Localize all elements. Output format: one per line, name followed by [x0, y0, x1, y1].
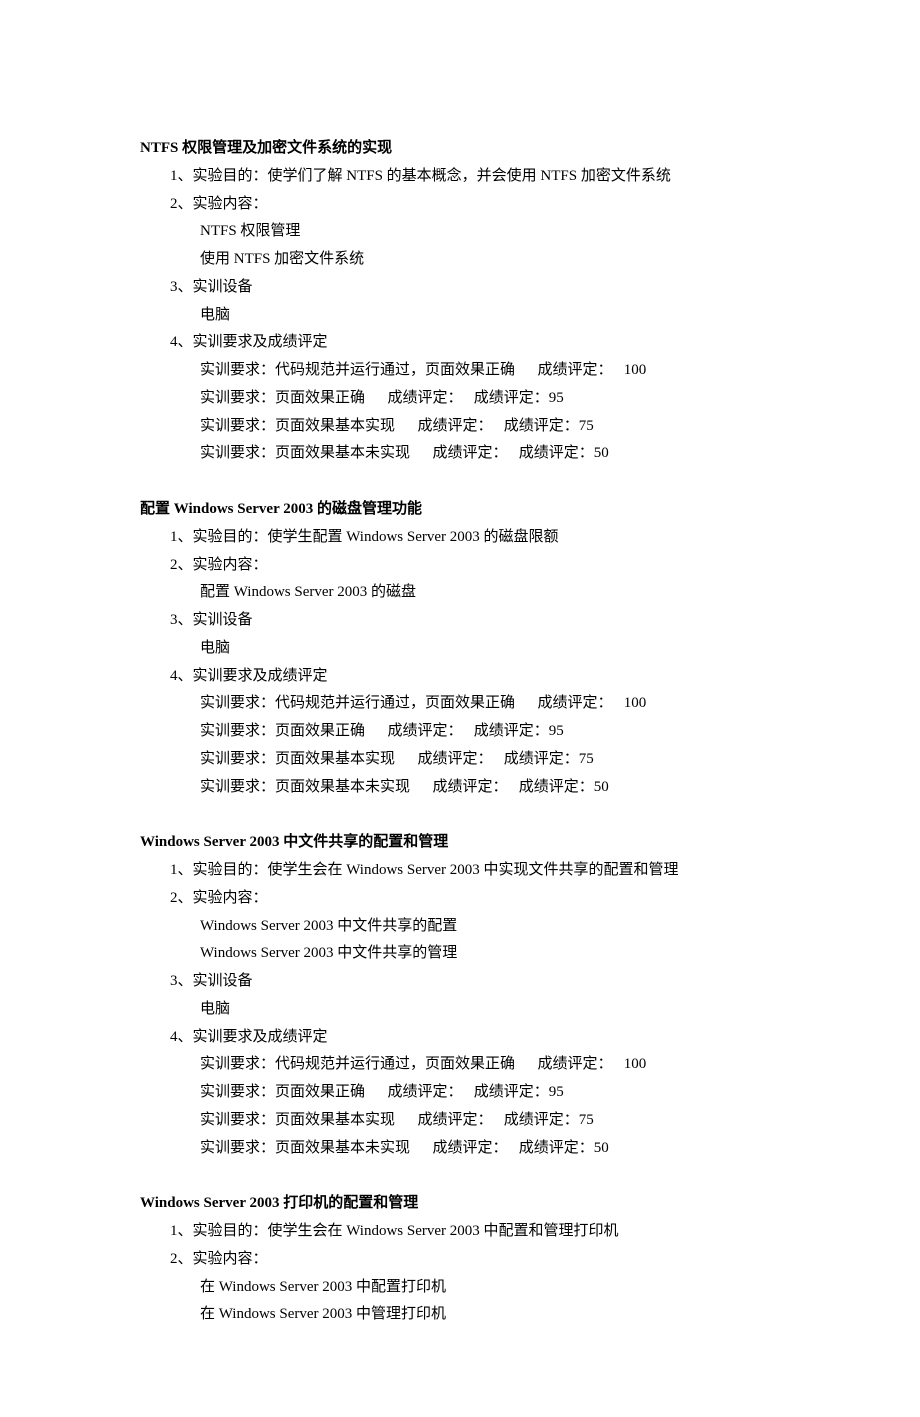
sub-item: 在 Windows Server 2003 中管理打印机 — [140, 1301, 780, 1329]
sub-item: 电脑 — [140, 302, 780, 330]
grade-line: 实训要求：页面效果基本未实现 成绩评定： 成绩评定：50 — [140, 1135, 780, 1163]
grade-line: 实训要求：页面效果基本实现 成绩评定： 成绩评定：75 — [140, 746, 780, 774]
list-item: 2、实验内容： — [140, 552, 780, 580]
sub-item: 配置 Windows Server 2003 的磁盘 — [140, 579, 780, 607]
list-item: 4、实训要求及成绩评定 — [140, 1024, 780, 1052]
list-item: 1、实验目的：使学们了解 NTFS 的基本概念，并会使用 NTFS 加密文件系统 — [140, 163, 780, 191]
list-item: 3、实训设备 — [140, 274, 780, 302]
sub-item: NTFS 权限管理 — [140, 218, 780, 246]
list-item: 3、实训设备 — [140, 968, 780, 996]
grade-line: 实训要求：页面效果基本实现 成绩评定： 成绩评定：75 — [140, 413, 780, 441]
document-root: NTFS 权限管理及加密文件系统的实现1、实验目的：使学们了解 NTFS 的基本… — [140, 135, 780, 1329]
list-item: 4、实训要求及成绩评定 — [140, 663, 780, 691]
section-title: 配置 Windows Server 2003 的磁盘管理功能 — [140, 496, 780, 524]
sub-item: 在 Windows Server 2003 中配置打印机 — [140, 1274, 780, 1302]
sub-item: Windows Server 2003 中文件共享的管理 — [140, 940, 780, 968]
section: NTFS 权限管理及加密文件系统的实现1、实验目的：使学们了解 NTFS 的基本… — [140, 135, 780, 468]
sub-item: Windows Server 2003 中文件共享的配置 — [140, 913, 780, 941]
section-title: Windows Server 2003 中文件共享的配置和管理 — [140, 829, 780, 857]
grade-line: 实训要求：页面效果正确 成绩评定： 成绩评定：95 — [140, 385, 780, 413]
sub-item: 电脑 — [140, 635, 780, 663]
list-item: 1、实验目的：使学生会在 Windows Server 2003 中配置和管理打… — [140, 1218, 780, 1246]
sub-item: 电脑 — [140, 996, 780, 1024]
sub-item: 使用 NTFS 加密文件系统 — [140, 246, 780, 274]
list-item: 1、实验目的：使学生配置 Windows Server 2003 的磁盘限额 — [140, 524, 780, 552]
list-item: 3、实训设备 — [140, 607, 780, 635]
grade-line: 实训要求：代码规范并运行通过，页面效果正确 成绩评定： 100 — [140, 357, 780, 385]
section: Windows Server 2003 中文件共享的配置和管理1、实验目的：使学… — [140, 829, 780, 1162]
grade-line: 实训要求：页面效果正确 成绩评定： 成绩评定：95 — [140, 718, 780, 746]
section-title: NTFS 权限管理及加密文件系统的实现 — [140, 135, 780, 163]
section: Windows Server 2003 打印机的配置和管理1、实验目的：使学生会… — [140, 1190, 780, 1329]
section: 配置 Windows Server 2003 的磁盘管理功能1、实验目的：使学生… — [140, 496, 780, 801]
grade-line: 实训要求：页面效果正确 成绩评定： 成绩评定：95 — [140, 1079, 780, 1107]
list-item: 2、实验内容： — [140, 1246, 780, 1274]
list-item: 2、实验内容： — [140, 885, 780, 913]
list-item: 1、实验目的：使学生会在 Windows Server 2003 中实现文件共享… — [140, 857, 780, 885]
grade-line: 实训要求：页面效果基本未实现 成绩评定： 成绩评定：50 — [140, 440, 780, 468]
grade-line: 实训要求：页面效果基本实现 成绩评定： 成绩评定：75 — [140, 1107, 780, 1135]
list-item: 4、实训要求及成绩评定 — [140, 329, 780, 357]
section-title: Windows Server 2003 打印机的配置和管理 — [140, 1190, 780, 1218]
grade-line: 实训要求：页面效果基本未实现 成绩评定： 成绩评定：50 — [140, 774, 780, 802]
grade-line: 实训要求：代码规范并运行通过，页面效果正确 成绩评定： 100 — [140, 690, 780, 718]
list-item: 2、实验内容： — [140, 191, 780, 219]
grade-line: 实训要求：代码规范并运行通过，页面效果正确 成绩评定： 100 — [140, 1051, 780, 1079]
